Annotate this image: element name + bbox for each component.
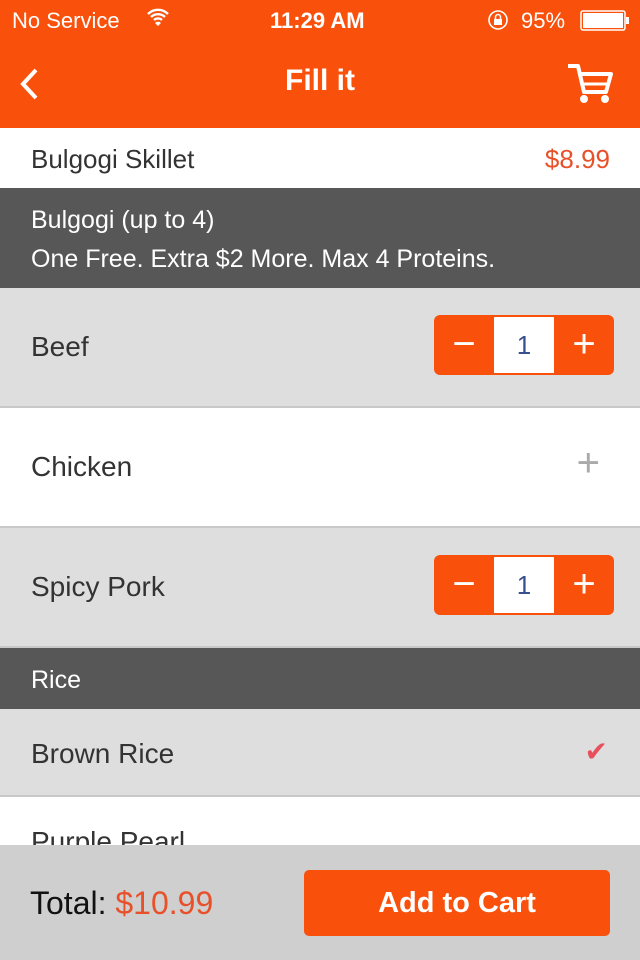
add-icon[interactable]: + [577, 441, 600, 486]
section-title: Rice [31, 666, 82, 694]
nav-bar: Fill it [0, 40, 640, 128]
section-title: Bulgogi (up to 4) [31, 206, 215, 234]
battery-icon [580, 10, 630, 38]
option-row-beef[interactable]: Beef − 1 + [0, 288, 640, 408]
quantity-stepper: − 1 + [434, 555, 614, 615]
increment-button[interactable]: + [554, 555, 614, 615]
item-name: Bulgogi Skillet [31, 144, 195, 174]
checkmark-icon: ✔ [584, 736, 608, 767]
option-label: Spicy Pork [31, 571, 165, 602]
quantity-stepper: − 1 + [434, 315, 614, 375]
total-amount: $10.99 [115, 885, 214, 921]
option-row-spicy-pork[interactable]: Spicy Pork − 1 + [0, 528, 640, 648]
item-header: Bulgogi Skillet $8.99 [0, 128, 640, 188]
carrier: No Service [12, 8, 120, 33]
status-bar: No Service 11:29 AM 95% [0, 0, 640, 40]
decrement-button[interactable]: − [434, 555, 494, 615]
decrement-button[interactable]: − [434, 315, 494, 375]
section-header-rice: Rice [0, 648, 640, 709]
cart-icon[interactable] [566, 62, 616, 106]
quantity-value: 1 [494, 317, 554, 373]
total-label: Total: [30, 885, 107, 921]
footer-bar: Total: $10.99 Add to Cart [0, 845, 640, 960]
item-price: $8.99 [544, 144, 610, 174]
quantity-value: 1 [494, 557, 554, 613]
option-label: Brown Rice [31, 738, 175, 769]
wifi-icon [146, 6, 170, 34]
option-label: Chicken [31, 451, 133, 482]
section-header-bulgogi: Bulgogi (up to 4) One Free. Extra $2 Mor… [0, 188, 640, 288]
total: Total: $10.99 [30, 885, 213, 922]
option-row-chicken[interactable]: Chicken + [0, 408, 640, 528]
option-row-brown-rice[interactable]: Brown Rice ✔ [0, 709, 640, 797]
page-title: Fill it [285, 64, 355, 97]
section-subtitle: One Free. Extra $2 More. Max 4 Proteins. [31, 245, 496, 273]
add-to-cart-button[interactable]: Add to Cart [304, 870, 610, 936]
battery-percent: 95% [521, 8, 566, 33]
increment-button[interactable]: + [554, 315, 614, 375]
clock: 11:29 AM [270, 8, 365, 33]
rotation-lock-icon [487, 9, 509, 37]
option-label: Beef [31, 331, 89, 362]
